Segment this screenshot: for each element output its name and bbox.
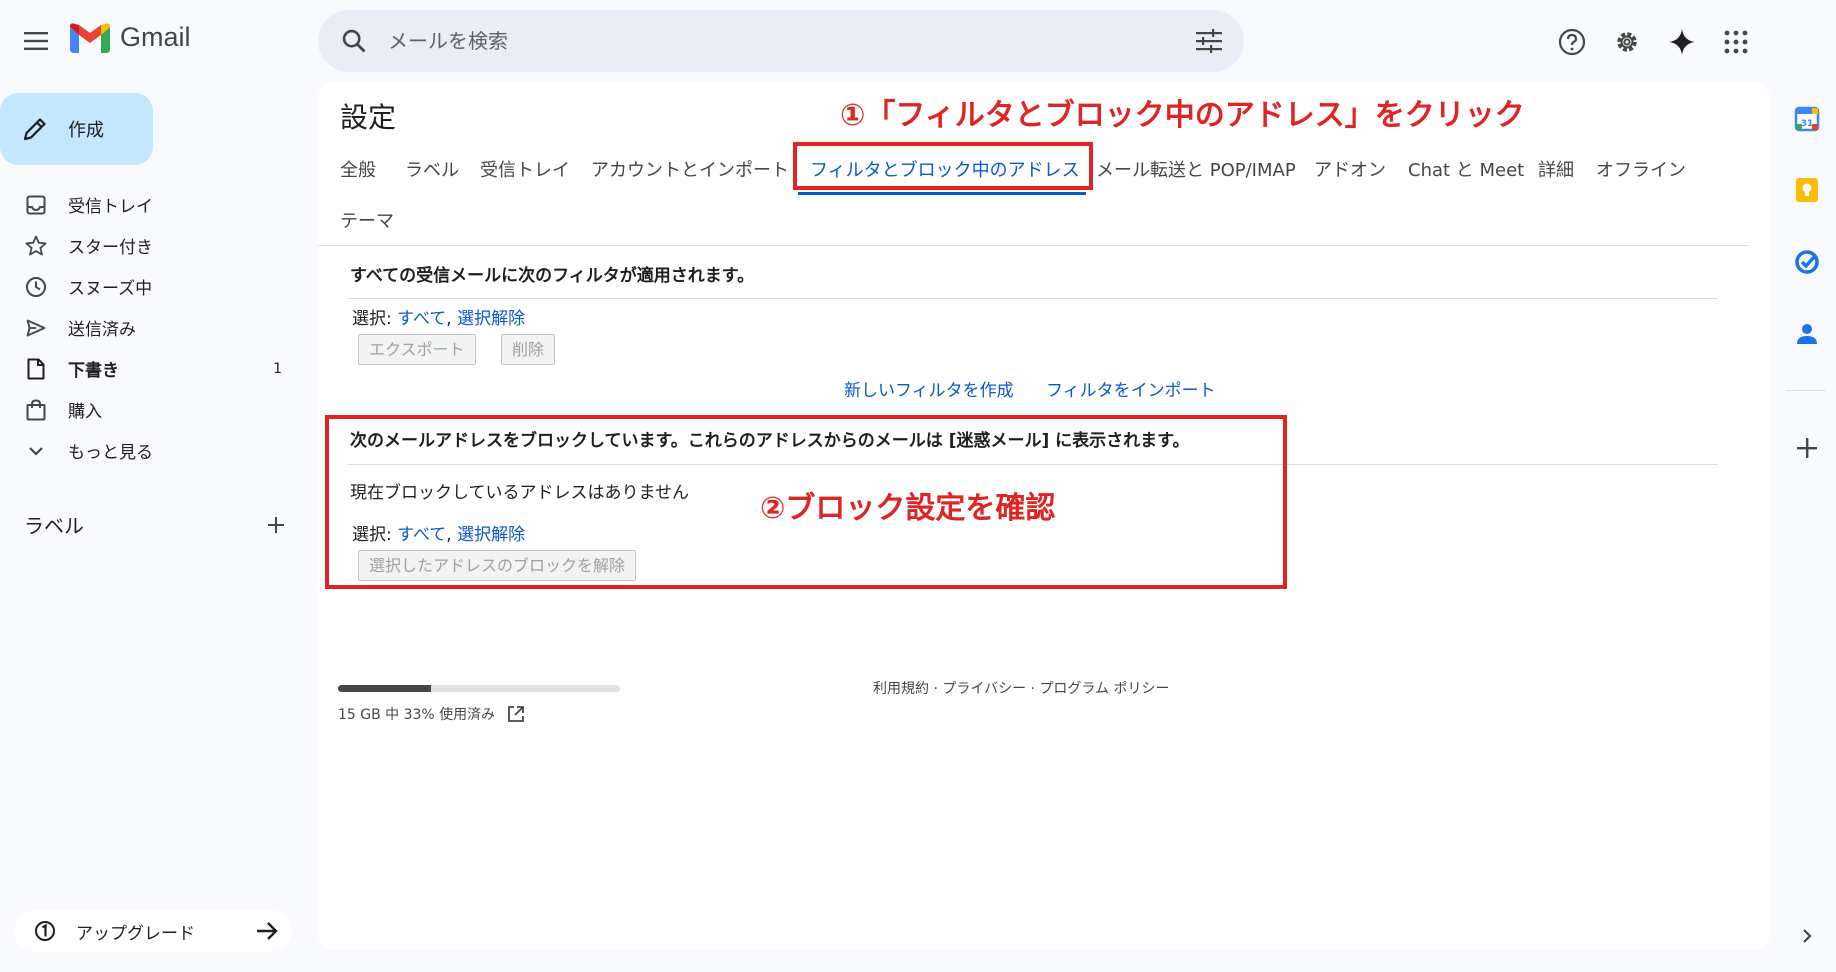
sidebar-item-inbox[interactable]: 受信トレイ — [0, 184, 300, 225]
app-name: Gmail — [120, 22, 191, 52]
help-button[interactable] — [1552, 22, 1592, 62]
apps-grid-icon — [1724, 30, 1748, 54]
calendar-icon: 31 — [1794, 106, 1820, 132]
sidebar-item-starred[interactable]: スター付き — [0, 225, 300, 266]
gmail-m-icon — [70, 22, 110, 53]
sidebar-item-label: 受信トレイ — [68, 197, 153, 217]
add-addon-button[interactable] — [1791, 432, 1823, 464]
gear-icon — [1617, 32, 1637, 52]
active-tab-indicator — [798, 192, 1086, 195]
inbox-icon — [26, 195, 46, 214]
upgrade-label: アップグレード — [76, 923, 195, 944]
sidebar-item-purchases[interactable]: 購入 — [0, 389, 300, 430]
select-label: 選択: — [352, 309, 398, 329]
compose-button[interactable]: 作成 — [0, 93, 153, 165]
sidebar-item-label: スター付き — [68, 238, 153, 258]
select-none-link[interactable]: 選択解除 — [457, 309, 525, 329]
plus-icon — [1797, 438, 1817, 458]
storage-text: 15 GB 中 33% 使用済み — [338, 707, 496, 723]
tab-chat-meet[interactable]: Chat と Meet — [1408, 156, 1524, 182]
labels-section-header: ラベル — [24, 510, 286, 539]
top-bar: Gmail — [0, 0, 1836, 84]
tab-offline[interactable]: オフライン — [1596, 156, 1686, 182]
tab-forwarding-pop-imap[interactable]: メール転送と POP/IMAP — [1096, 156, 1296, 182]
tasks-app-button[interactable] — [1791, 246, 1823, 278]
tab-advanced[interactable]: 詳細 — [1538, 156, 1574, 182]
tasks-icon — [1795, 250, 1819, 274]
search-icon[interactable] — [340, 27, 368, 55]
sidebar-item-label: 送信済み — [68, 320, 136, 340]
delete-button[interactable]: 削除 — [501, 334, 556, 365]
storage-fill — [338, 685, 432, 692]
upgrade-badge-icon — [35, 921, 55, 941]
tabs-divider — [318, 245, 1750, 246]
apps-button[interactable] — [1716, 22, 1756, 62]
export-button[interactable]: エクスポート — [358, 334, 476, 365]
keep-icon — [1796, 178, 1818, 202]
annotation-step1: ①「フィルタとブロック中のアドレス」をクリック — [840, 98, 1525, 133]
pencil-icon — [23, 118, 46, 141]
calendar-app-button[interactable]: 31 — [1791, 103, 1823, 135]
search-bar — [318, 10, 1244, 72]
select-all-link[interactable]: すべて — [397, 309, 446, 329]
filters-select-row: 選択: すべて, 選択解除 — [352, 309, 526, 329]
footer-links[interactable]: 利用規約 · プライバシー · プログラム ポリシー — [873, 678, 1169, 698]
arrow-right-icon — [257, 922, 278, 940]
page-title: 設定 — [340, 101, 397, 134]
help-icon — [1558, 28, 1586, 56]
tab-themes[interactable]: テーマ — [340, 207, 394, 233]
settings-button[interactable] — [1607, 22, 1647, 62]
import-filter-link[interactable]: フィルタをインポート — [1046, 376, 1216, 401]
expand-side-panel-button[interactable] — [1791, 920, 1823, 952]
chevron-down-icon — [29, 446, 43, 456]
sidebar-item-label: 下書き — [68, 361, 119, 381]
add-label-icon[interactable] — [266, 515, 286, 535]
star-icon — [25, 235, 47, 255]
annotation-step2: ②ブロック設定を確認 — [760, 491, 1056, 526]
contacts-app-button[interactable] — [1791, 318, 1823, 350]
main-menu-button[interactable] — [16, 21, 56, 61]
storage-info: 15 GB 中 33% 使用済み — [338, 704, 525, 724]
clock-icon — [26, 276, 46, 297]
compose-label: 作成 — [68, 120, 104, 141]
search-input[interactable] — [388, 10, 1148, 72]
tab-accounts-import[interactable]: アカウントとインポート — [591, 156, 789, 182]
tab-inbox[interactable]: 受信トレイ — [480, 156, 570, 182]
gmail-logo[interactable]: Gmail — [70, 22, 191, 53]
annotation-box-tab — [793, 142, 1093, 190]
labels-title: ラベル — [24, 514, 84, 538]
external-link-icon[interactable] — [507, 705, 525, 723]
search-options-icon[interactable] — [1196, 29, 1222, 53]
sidebar-nav: 受信トレイ スター付き スヌーズ中 送信済み 下書き 1 購入 もっと見る — [0, 184, 300, 471]
hamburger-menu-icon — [24, 32, 48, 50]
tab-addons[interactable]: アドオン — [1314, 156, 1386, 182]
sidebar-item-label: スヌーズ中 — [68, 279, 153, 299]
draft-icon — [27, 358, 45, 379]
tab-general[interactable]: 全般 — [340, 156, 376, 182]
chevron-right-icon — [1803, 929, 1812, 943]
sidebar-item-sent[interactable]: 送信済み — [0, 307, 300, 348]
send-icon — [26, 319, 46, 336]
sparkle-icon — [1669, 29, 1695, 55]
tab-labels[interactable]: ラベル — [405, 156, 459, 182]
sidebar-item-label: もっと見る — [68, 443, 153, 463]
filters-divider — [348, 298, 1718, 299]
contacts-icon — [1797, 324, 1817, 344]
sidebar-item-label: 購入 — [68, 402, 102, 422]
sidebar-item-drafts[interactable]: 下書き 1 — [0, 348, 300, 389]
gemini-button[interactable] — [1662, 22, 1702, 62]
keep-app-button[interactable] — [1791, 174, 1823, 206]
create-filter-link[interactable]: 新しいフィルタを作成 — [844, 376, 1014, 401]
sidebar-item-snoozed[interactable]: スヌーズ中 — [0, 266, 300, 307]
sidebar-item-more[interactable]: もっと見る — [0, 430, 300, 471]
drafts-count: 1 — [273, 360, 282, 377]
upgrade-button[interactable]: アップグレード — [14, 910, 292, 952]
svg-text:31: 31 — [1801, 119, 1814, 129]
shopping-bag-icon — [26, 398, 46, 420]
storage-bar — [338, 685, 620, 692]
rail-divider — [1786, 390, 1826, 391]
filters-header: すべての受信メールに次のフィルタが適用されます。 — [350, 266, 755, 286]
